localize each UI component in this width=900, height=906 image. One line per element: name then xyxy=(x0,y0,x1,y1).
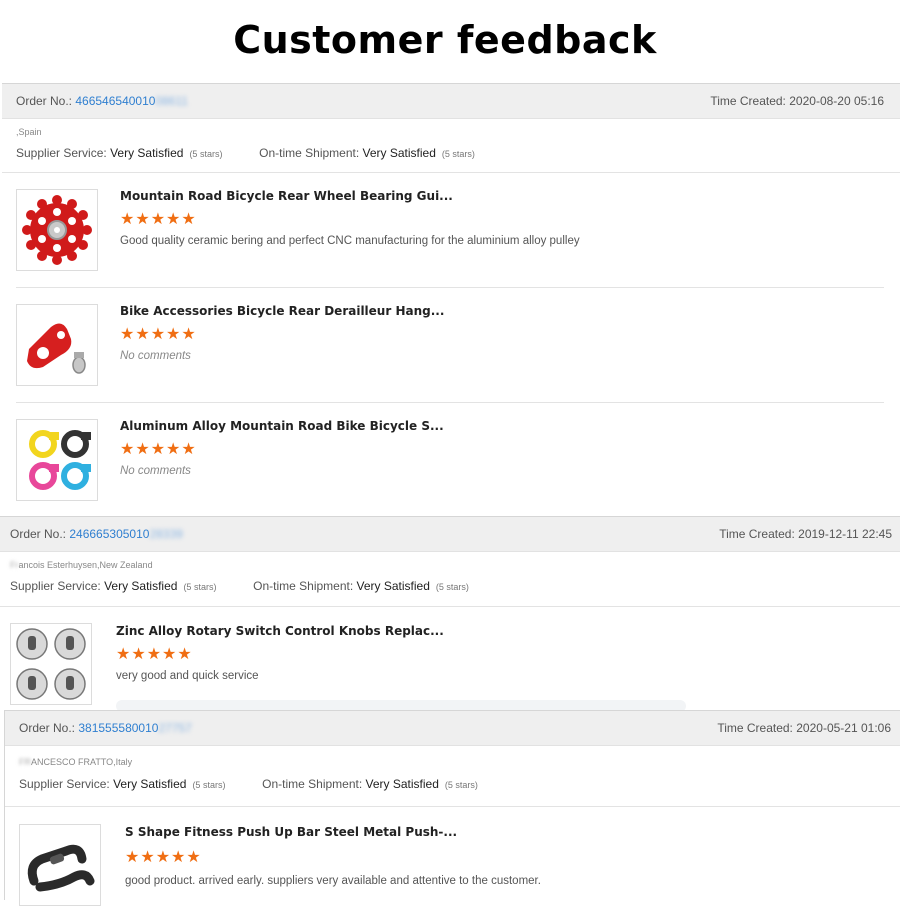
divider xyxy=(16,402,884,403)
order-no-label: Order No.: xyxy=(16,94,73,108)
divider xyxy=(0,606,900,607)
product-title[interactable]: Bike Accessories Bicycle Rear Derailleur… xyxy=(120,304,444,318)
order-number: Order No.: 38155558001027757 xyxy=(19,721,192,735)
supplier-service-stars: (5 stars) xyxy=(189,149,223,159)
shipment-stars: (5 stars) xyxy=(441,149,475,159)
product-title[interactable]: Aluminum Alloy Mountain Road Bike Bicycl… xyxy=(120,419,444,433)
page-title: Customer feedback xyxy=(233,18,657,62)
metal-knobs-image[interactable] xyxy=(10,623,92,705)
time-created-label: Time Created: xyxy=(710,94,786,108)
buyer-location-text: ancois Esterhuysen,New Zealand xyxy=(18,560,153,570)
order-number: Order No.: 46654654001008611 xyxy=(16,94,188,108)
time-created-value: 2020-08-20 05:16 xyxy=(789,94,884,108)
buyer-location: Francois Esterhuysen,New Zealand xyxy=(10,560,153,570)
divider xyxy=(5,806,900,807)
order-number-link[interactable]: 38155558001027757 xyxy=(78,721,191,735)
buyer-name-blurred: FR xyxy=(19,757,31,767)
order-number-blurred: 08611 xyxy=(155,94,188,108)
star-rating: ★★★★★ xyxy=(116,646,193,663)
pushup-bar-image[interactable] xyxy=(19,824,101,906)
review-comment: No comments xyxy=(120,350,191,362)
time-created-label: Time Created: xyxy=(717,721,793,735)
supplier-service-label: Supplier Service: xyxy=(10,579,101,593)
supplier-service-stars: (5 stars) xyxy=(192,780,226,790)
buyer-location: FRANCESCO FRATTO,Italy xyxy=(19,757,132,767)
time-created-value: 2020-05-21 01:06 xyxy=(796,721,891,735)
buyer-location: ,Spain xyxy=(16,127,42,137)
star-rating: ★★★★★ xyxy=(120,211,197,228)
product-title[interactable]: Mountain Road Bicycle Rear Wheel Bearing… xyxy=(120,189,453,203)
order-number-visible: 466546540010 xyxy=(75,94,156,108)
review-comment: very good and quick service xyxy=(116,670,259,682)
order-number-blurred: 27757 xyxy=(158,721,192,735)
order-number-visible: 246665305010 xyxy=(69,527,150,541)
order-no-label: Order No.: xyxy=(10,527,67,541)
supplier-service-value: Very Satisfied xyxy=(110,146,184,160)
order-number: Order No.: 24666530501028339 xyxy=(10,527,183,541)
seller-ratings: Supplier Service: Very Satisfied (5 stars… xyxy=(10,579,469,593)
time-created: Time Created: 2020-05-21 01:06 xyxy=(717,721,891,735)
buyer-name-blurred: Fr xyxy=(10,560,19,570)
review-comment: No comments xyxy=(120,465,191,477)
order-card: Order No.: 38155558001027757 Time Create… xyxy=(4,710,900,906)
shipment-value: Very Satisfied xyxy=(356,579,430,593)
red-derailleur-hanger-image[interactable] xyxy=(16,304,98,386)
order-no-label: Order No.: xyxy=(19,721,76,735)
time-created-label: Time Created: xyxy=(719,527,795,541)
review-comment: Good quality ceramic bering and perfect … xyxy=(120,235,580,247)
order-header: Order No.: 46654654001008611 Time Create… xyxy=(2,83,900,119)
divider xyxy=(16,287,884,288)
order-header: Order No.: 24666530501028339 Time Create… xyxy=(0,516,900,552)
seller-ratings: Supplier Service: Very Satisfied (5 stars… xyxy=(19,777,478,791)
shipment-label: On-time Shipment: xyxy=(262,777,363,791)
buyer-location-text: ANCESCO FRATTO,Italy xyxy=(31,757,133,767)
shipment-label: On-time Shipment: xyxy=(253,579,354,593)
time-created: Time Created: 2020-08-20 05:16 xyxy=(710,94,884,108)
supplier-service-stars: (5 stars) xyxy=(183,582,217,592)
review-comment: good product. arrived early. suppliers v… xyxy=(125,875,541,887)
order-number-visible: 381555580010 xyxy=(78,721,159,735)
buyer-location-text: ,Spain xyxy=(16,127,42,137)
order-card: Order No.: 46654654001008611 Time Create… xyxy=(2,83,900,516)
order-number-link[interactable]: 24666530501028339 xyxy=(69,527,182,541)
star-rating: ★★★★★ xyxy=(120,441,197,458)
time-created-value: 2019-12-11 22:45 xyxy=(798,527,892,541)
star-rating: ★★★★★ xyxy=(125,849,202,866)
shipment-value: Very Satisfied xyxy=(365,777,439,791)
product-title[interactable]: Zinc Alloy Rotary Switch Control Knobs R… xyxy=(116,624,444,638)
order-number-link[interactable]: 46654654001008611 xyxy=(75,94,188,108)
supplier-service-value: Very Satisfied xyxy=(104,579,178,593)
supplier-service-value: Very Satisfied xyxy=(113,777,187,791)
supplier-service-label: Supplier Service: xyxy=(19,777,110,791)
star-rating: ★★★★★ xyxy=(120,326,197,343)
order-header: Order No.: 38155558001027757 Time Create… xyxy=(5,710,900,746)
time-created: Time Created: 2019-12-11 22:45 xyxy=(719,527,892,541)
red-jockey-wheel-image[interactable] xyxy=(16,189,98,271)
seller-ratings: Supplier Service: Very Satisfied (5 stars… xyxy=(16,146,475,160)
supplier-service-label: Supplier Service: xyxy=(16,146,107,160)
divider xyxy=(2,172,900,173)
colored-seat-clamps-image[interactable] xyxy=(16,419,98,501)
shipment-stars: (5 stars) xyxy=(444,780,478,790)
shipment-value: Very Satisfied xyxy=(362,146,436,160)
shipment-stars: (5 stars) xyxy=(435,582,469,592)
order-number-blurred: 28339 xyxy=(149,527,183,541)
order-card: Order No.: 24666530501028339 Time Create… xyxy=(0,516,900,712)
product-title[interactable]: S Shape Fitness Push Up Bar Steel Metal … xyxy=(125,825,457,839)
shipment-label: On-time Shipment: xyxy=(259,146,360,160)
